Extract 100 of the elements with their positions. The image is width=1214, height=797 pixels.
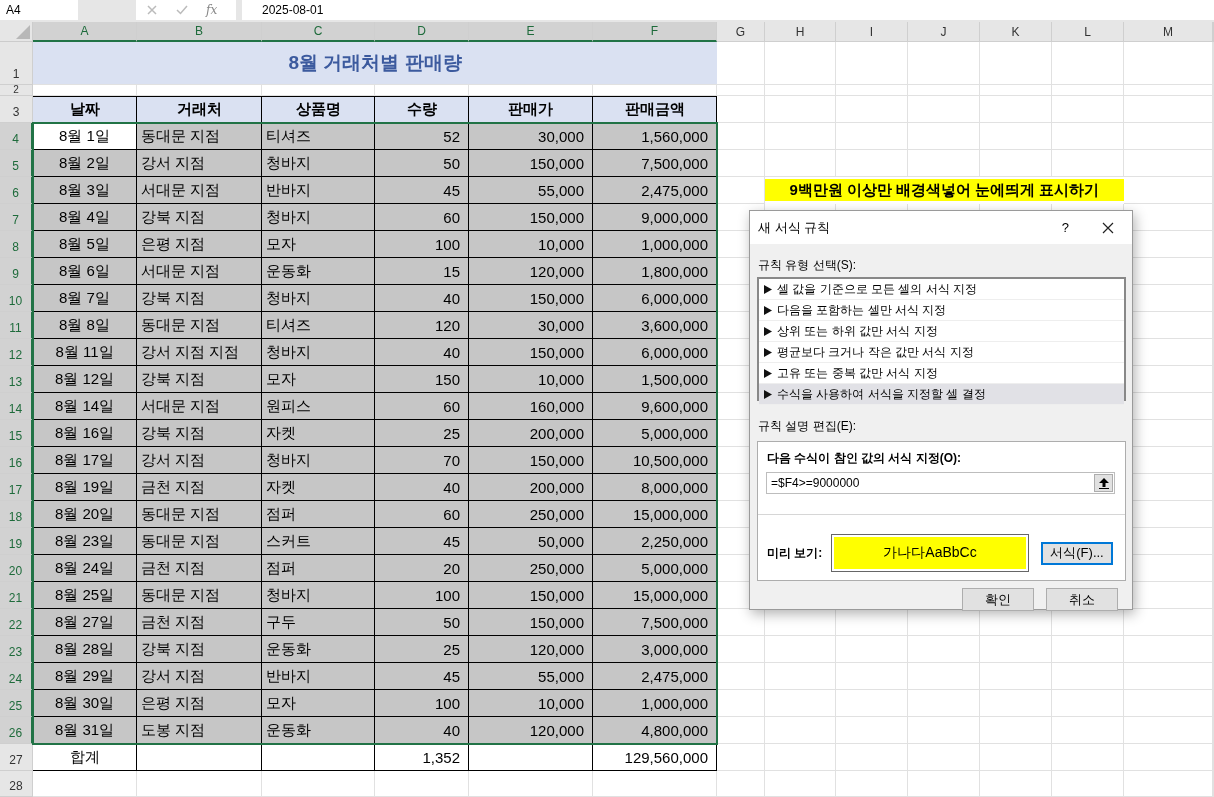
row-header[interactable]: 2 <box>0 85 33 96</box>
row-header[interactable]: 17 <box>0 474 33 501</box>
row-header[interactable]: 23 <box>0 636 33 663</box>
empty-cell <box>908 96 980 123</box>
row-header[interactable]: 10 <box>0 285 33 312</box>
empty-cell <box>908 636 980 663</box>
table-cell: 1,352 <box>375 744 469 771</box>
table-cell: 15,000,000 <box>593 501 717 528</box>
row-header[interactable]: 18 <box>0 501 33 528</box>
column-header[interactable]: M <box>1124 22 1213 42</box>
column-header[interactable]: B <box>137 22 262 42</box>
row-header[interactable]: 13 <box>0 366 33 393</box>
table-cell: 150,000 <box>469 447 593 474</box>
empty-cell <box>1052 96 1124 123</box>
empty-cell <box>765 42 836 85</box>
column-header[interactable]: A <box>33 22 137 42</box>
row-header[interactable]: 9 <box>0 258 33 285</box>
column-heading: 수량 <box>375 96 469 123</box>
triangle-icon <box>764 389 772 399</box>
row-header[interactable]: 7 <box>0 204 33 231</box>
close-icon[interactable] <box>1102 221 1114 234</box>
row-header[interactable]: 19 <box>0 528 33 555</box>
empty-cell <box>1052 771 1124 797</box>
select-all-icon[interactable] <box>16 25 30 39</box>
table-cell: 15,000,000 <box>593 582 717 609</box>
row-header[interactable]: 3 <box>0 96 33 123</box>
row-header[interactable]: 6 <box>0 177 33 204</box>
column-header[interactable]: J <box>908 22 980 42</box>
formula-field[interactable]: 2025-08-01 <box>242 0 1214 20</box>
table-cell: 120,000 <box>469 258 593 285</box>
cancel-icon[interactable] <box>146 4 158 16</box>
empty-cell <box>765 636 836 663</box>
column-header[interactable]: E <box>469 22 593 42</box>
table-cell: 8월 27일 <box>33 609 137 636</box>
table-cell: 10,000 <box>469 231 593 258</box>
table-cell: 스커트 <box>262 528 375 555</box>
rule-type-item[interactable]: 상위 또는 하위 값만 서식 지정 <box>759 321 1124 342</box>
rule-type-item[interactable]: 수식을 사용하여 서식을 지정할 셀 결정 <box>759 384 1124 405</box>
column-heading: 판매금액 <box>593 96 717 123</box>
row-header[interactable]: 20 <box>0 555 33 582</box>
column-header[interactable]: H <box>765 22 836 42</box>
up-arrow-icon <box>1098 477 1109 489</box>
row-header[interactable]: 24 <box>0 663 33 690</box>
name-box[interactable]: A4 <box>0 0 78 20</box>
column-header[interactable]: L <box>1052 22 1124 42</box>
column-heading: 날짜 <box>33 96 137 123</box>
row-header[interactable]: 5 <box>0 150 33 177</box>
row-header[interactable]: 15 <box>0 420 33 447</box>
column-header[interactable]: K <box>980 22 1052 42</box>
ok-button[interactable]: 확인 <box>962 588 1034 611</box>
table-cell: 150,000 <box>469 150 593 177</box>
empty-cell <box>980 150 1052 177</box>
table-cell: 8월 6일 <box>33 258 137 285</box>
rule-type-item[interactable]: 평균보다 크거나 작은 값만 서식 지정 <box>759 342 1124 363</box>
table-cell: 8월 28일 <box>33 636 137 663</box>
table-cell: 금천 지점 <box>137 474 262 501</box>
format-button[interactable]: 서식(F)... <box>1041 541 1113 565</box>
rule-type-label: 규칙 유형 선택(S): <box>758 257 857 274</box>
row-header[interactable]: 1 <box>0 42 33 85</box>
table-cell: 운동화 <box>262 636 375 663</box>
table-cell: 자켓 <box>262 474 375 501</box>
row-header[interactable]: 25 <box>0 690 33 717</box>
empty-cell <box>765 96 836 123</box>
row-header[interactable]: 4 <box>0 123 33 150</box>
rule-type-item[interactable]: 다음을 포함하는 셀만 서식 지정 <box>759 300 1124 321</box>
table-cell: 129,560,000 <box>593 744 717 771</box>
column-header[interactable]: D <box>375 22 469 42</box>
table-cell: 45 <box>375 528 469 555</box>
cancel-button[interactable]: 취소 <box>1046 588 1118 611</box>
column-header[interactable]: C <box>262 22 375 42</box>
check-icon[interactable] <box>176 4 188 16</box>
row-header[interactable]: 16 <box>0 447 33 474</box>
row-header[interactable]: 12 <box>0 339 33 366</box>
row-header[interactable]: 8 <box>0 231 33 258</box>
row-header[interactable]: 14 <box>0 393 33 420</box>
dialog-title: 새 서식 규칙 <box>758 218 832 237</box>
row-header[interactable]: 21 <box>0 582 33 609</box>
row-header[interactable]: 28 <box>0 771 33 797</box>
column-header[interactable]: F <box>593 22 717 42</box>
empty-cell <box>765 150 836 177</box>
preview-label: 미리 보기: <box>767 544 824 562</box>
collapse-button[interactable] <box>1094 474 1113 492</box>
table-cell: 10,000 <box>469 366 593 393</box>
rule-type-item[interactable]: 셀 값을 기준으로 모든 셀의 서식 지정 <box>759 279 1124 300</box>
triangle-icon <box>764 305 772 315</box>
table-cell: 250,000 <box>469 555 593 582</box>
row-header[interactable]: 22 <box>0 609 33 636</box>
empty-cell <box>836 96 908 123</box>
table-cell: 40 <box>375 339 469 366</box>
row-header[interactable]: 26 <box>0 717 33 744</box>
column-header[interactable]: I <box>836 22 908 42</box>
help-button[interactable]: ? <box>1061 220 1069 235</box>
table-cell: 8월 25일 <box>33 582 137 609</box>
empty-cell <box>1052 85 1124 96</box>
row-header[interactable]: 27 <box>0 744 33 771</box>
row-header[interactable]: 11 <box>0 312 33 339</box>
table-cell: 운동화 <box>262 717 375 744</box>
table-cell: 40 <box>375 717 469 744</box>
function-button[interactable]: fx <box>206 3 218 17</box>
column-header[interactable]: G <box>717 22 765 42</box>
